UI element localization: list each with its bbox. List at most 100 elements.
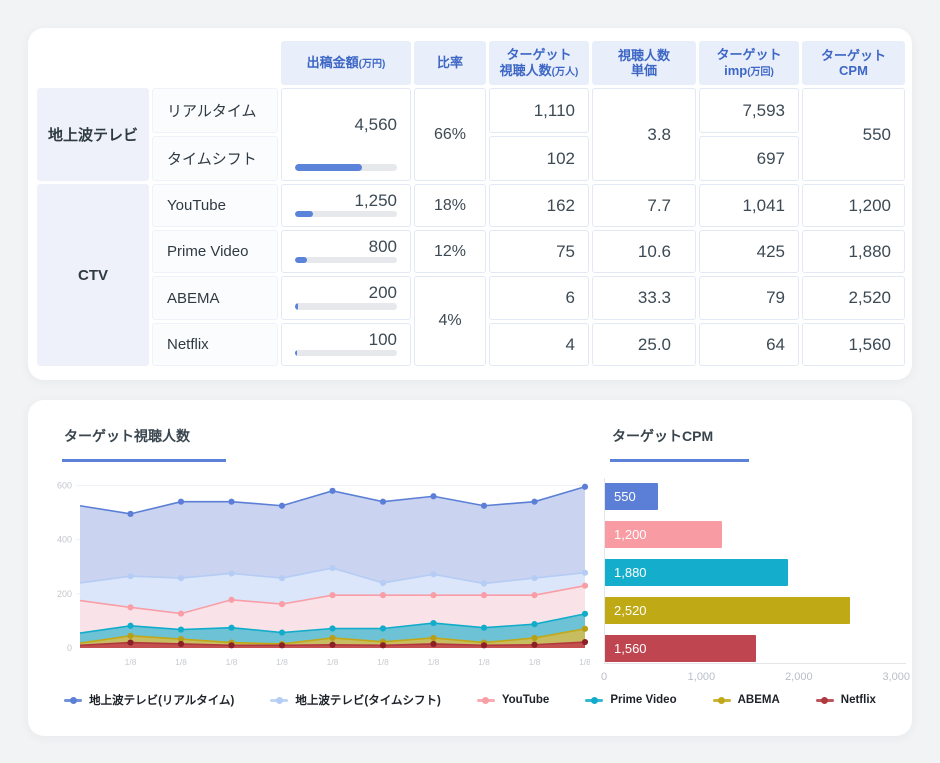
data-point	[582, 626, 588, 632]
audience-cell-prime-video: 75	[489, 230, 589, 273]
legend-marker-icon	[585, 696, 603, 704]
row-group-terrestrial-tv: 地上波テレビ	[37, 88, 149, 181]
data-point	[430, 571, 436, 577]
cpm-bar-row: 1,560	[605, 635, 906, 662]
data-point	[481, 642, 487, 648]
spend-bar-track	[295, 211, 397, 217]
data-point	[430, 620, 436, 626]
legend-marker-icon	[64, 696, 82, 704]
data-point	[329, 488, 335, 494]
cpm-bar-Prime Video: 1,880	[605, 559, 788, 586]
imp-cell-netflix: 64	[699, 323, 799, 366]
data-point	[380, 499, 386, 505]
data-point	[127, 639, 133, 645]
media-plan-table: 出稿金額(万円) 比率 ターゲット 視聴人数(万人) 視聴人数 単価 ターゲット…	[37, 41, 903, 366]
data-point	[279, 503, 285, 509]
data-point	[127, 604, 133, 610]
legend-item-ABEMA[interactable]: ABEMA	[713, 692, 780, 708]
data-point	[430, 641, 436, 647]
area-chart-title: ターゲット視聴人数	[62, 426, 226, 462]
spend-cell-youtube: 1,250	[281, 184, 411, 227]
cpm-bar-地上波テレビ: 550	[605, 483, 658, 510]
data-point	[481, 592, 487, 598]
data-point	[481, 625, 487, 631]
data-point	[178, 610, 184, 616]
data-point	[582, 570, 588, 576]
cpm-bar-ABEMA: 2,520	[605, 597, 850, 624]
spend-bar-track	[295, 350, 397, 356]
data-point	[582, 611, 588, 617]
bar-value-label: 1,560	[614, 641, 647, 656]
legend-item-地上波テレビ(リアルタイム)[interactable]: 地上波テレビ(リアルタイム)	[64, 692, 234, 708]
col-header-spend: 出稿金額(万円)	[281, 41, 411, 85]
data-point	[430, 635, 436, 641]
row-label-netflix: Netflix	[152, 323, 278, 366]
data-point	[279, 642, 285, 648]
legend-item-Netflix[interactable]: Netflix	[816, 692, 876, 708]
x-axis-tick: 1/8	[529, 657, 541, 667]
x-axis-tick: 1/8	[175, 657, 187, 667]
ratio-cell-prime-video: 12%	[414, 230, 486, 273]
target-cpm-bar-chart: 550 1,200 1,880 2,520 1,560	[604, 478, 906, 664]
row-label-timeshift: タイムシフト	[152, 136, 278, 181]
y-axis-tick: 200	[57, 589, 72, 599]
spend-bar-track	[295, 164, 397, 171]
legend-marker-icon	[713, 696, 731, 704]
legend-item-YouTube[interactable]: YouTube	[477, 692, 549, 708]
legend-dot	[718, 697, 725, 704]
col-header-ratio: 比率	[414, 41, 486, 85]
media-plan-table-card: 出稿金額(万円) 比率 ターゲット 視聴人数(万人) 視聴人数 単価 ターゲット…	[28, 28, 912, 380]
legend-label: 地上波テレビ(タイムシフト)	[295, 692, 440, 708]
bar-x-axis-tick: 2,000	[785, 671, 813, 683]
data-point	[531, 499, 537, 505]
legend-dot	[70, 697, 77, 704]
legend-dot	[276, 697, 283, 704]
target-audience-area-chart: 02004006001/81/81/81/81/81/81/81/81/81/8	[50, 474, 590, 674]
cpm-cell-netflix: 1,560	[802, 323, 905, 366]
bar-x-axis-tick: 3,000	[882, 671, 910, 683]
spend-bar-track	[295, 303, 397, 310]
data-point	[531, 575, 537, 581]
ratio-cell-abema-netflix: 4%	[414, 276, 486, 366]
data-point	[380, 642, 386, 648]
unit-price-cell-netflix: 25.0	[592, 323, 696, 366]
bar-value-label: 1,200	[614, 527, 647, 542]
x-axis-tick: 1/8	[428, 657, 440, 667]
cpm-bar-row: 2,520	[605, 597, 906, 624]
data-point	[228, 570, 234, 576]
legend-label: Prime Video	[610, 694, 676, 706]
spend-bar-track	[295, 257, 397, 263]
legend-label: ABEMA	[738, 694, 780, 706]
x-axis-tick: 1/8	[377, 657, 389, 667]
chart-legend: 地上波テレビ(リアルタイム) 地上波テレビ(タイムシフト) YouTube Prime…	[28, 692, 912, 708]
x-axis-tick: 1/8	[327, 657, 339, 667]
spend-cell-terrestrial: 4,560	[281, 88, 411, 181]
x-axis-tick: 1/8	[478, 657, 490, 667]
col-header-target-cpm: ターゲット CPM	[802, 41, 905, 85]
col-header-target-imp: ターゲット imp(万回)	[699, 41, 799, 85]
x-axis-tick: 1/8	[226, 657, 238, 667]
data-point	[228, 597, 234, 603]
row-group-ctv: CTV	[37, 184, 149, 366]
bar-chart-title: ターゲットCPM	[610, 426, 749, 462]
cpm-cell-prime-video: 1,880	[802, 230, 905, 273]
data-point	[178, 641, 184, 647]
legend-item-地上波テレビ(タイムシフト)[interactable]: 地上波テレビ(タイムシフト)	[270, 692, 440, 708]
bar-chart-x-axis: 01,0002,0003,000	[604, 665, 906, 681]
col-header-target-audience: ターゲット 視聴人数(万人)	[489, 41, 589, 85]
legend-item-Prime Video[interactable]: Prime Video	[585, 692, 676, 708]
spend-bar-fill	[295, 211, 313, 217]
cpm-cell-abema: 2,520	[802, 276, 905, 320]
data-point	[329, 625, 335, 631]
data-point	[178, 575, 184, 581]
data-point	[127, 511, 133, 517]
data-point	[430, 493, 436, 499]
ratio-cell-terrestrial: 66%	[414, 88, 486, 181]
y-axis-tick: 400	[57, 535, 72, 545]
data-point	[127, 633, 133, 639]
bar-value-label: 550	[614, 489, 636, 504]
audience-cell-youtube: 162	[489, 184, 589, 227]
y-axis-tick: 600	[57, 480, 72, 490]
col-header-audience-unit-price: 視聴人数 単価	[592, 41, 696, 85]
spend-bar-fill	[295, 350, 297, 356]
